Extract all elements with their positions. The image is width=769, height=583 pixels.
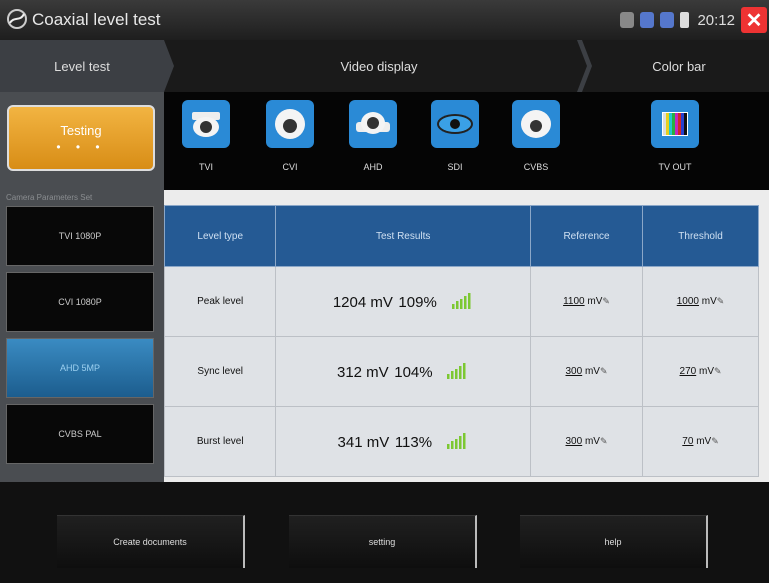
- status-area: 20:12 ✕: [620, 4, 769, 36]
- camera-label: SDI: [447, 162, 463, 172]
- reference-unit: mV: [584, 366, 600, 377]
- reference-value: 300: [565, 366, 583, 377]
- threshold-cell[interactable]: 270 mV✎: [642, 336, 759, 407]
- result-value: 341 mV: [337, 433, 390, 451]
- threshold-unit: mV: [698, 366, 714, 377]
- camera-label: AHD: [363, 162, 383, 172]
- result-cell: 312 mV 104%: [275, 336, 531, 407]
- coaxial-cable-icon: [7, 9, 27, 29]
- threshold-value: 1000: [676, 296, 699, 307]
- param-cvi-1080p[interactable]: CVI 1080P: [6, 272, 154, 332]
- param-cvbs-pal[interactable]: CVBS PAL: [6, 404, 154, 464]
- camera-sdi[interactable]: SDI: [428, 100, 482, 172]
- sd-card-icon: [620, 12, 635, 28]
- header-reference: Reference: [529, 205, 644, 267]
- result-cell: 341 mV 113%: [275, 406, 531, 477]
- level-type-cell: Sync level: [163, 336, 277, 407]
- help-button[interactable]: help: [520, 515, 708, 568]
- tab-bar: Level test Video display Color bar: [0, 40, 769, 92]
- result-cell: 1204 mV 109%: [275, 266, 531, 337]
- edit-pencil-icon: ✎: [716, 296, 725, 306]
- camera-cvi[interactable]: CVI: [263, 100, 317, 172]
- ptz-camera-icon: [431, 100, 479, 148]
- tab-level-test[interactable]: Level test: [0, 40, 164, 92]
- edit-pencil-icon: ✎: [713, 366, 722, 376]
- result-value: 1204 mV: [332, 293, 393, 311]
- reference-unit: mV: [587, 296, 603, 307]
- video-source-panel: TVI CVI AHD SDI CVBS TV OUT: [164, 92, 769, 190]
- camera-cvbs[interactable]: CVBS: [509, 100, 563, 172]
- signal-bars-icon: [447, 362, 466, 379]
- table-row: Burst level 341 mV 113% 300 mV✎ 70 mV✎: [163, 406, 759, 477]
- edit-pencil-icon: ✎: [602, 296, 610, 306]
- app-title: Coaxial level test: [32, 10, 161, 29]
- header-level-type: Level type: [163, 205, 277, 267]
- usb-icon: [640, 12, 655, 28]
- title-bar: Coaxial level test 20:12 ✕: [0, 0, 769, 40]
- dome-camera-icon: [512, 100, 560, 148]
- result-percent: 104%: [394, 363, 433, 381]
- threshold-value: 70: [682, 436, 694, 447]
- threshold-cell[interactable]: 1000 mV✎: [642, 266, 759, 337]
- dome-camera-icon: [349, 100, 397, 148]
- edit-pencil-icon: ✎: [599, 366, 608, 376]
- camera-label: CVI: [282, 162, 298, 172]
- camera-tvi[interactable]: TVI: [179, 100, 233, 172]
- camera-params-title: Camera Parameters Set: [6, 193, 93, 202]
- testing-button[interactable]: Testing • • •: [7, 105, 155, 171]
- clock: 20:12: [697, 11, 735, 29]
- setting-button[interactable]: setting: [289, 515, 477, 568]
- reference-cell[interactable]: 300 mV✎: [529, 406, 644, 477]
- threshold-unit: mV: [701, 296, 717, 307]
- result-percent: 109%: [398, 293, 437, 311]
- level-type-cell: Peak level: [163, 266, 277, 337]
- header-test-results: Test Results: [275, 205, 531, 267]
- left-panel: Testing • • • Camera Parameters Set TVI …: [0, 92, 164, 482]
- reference-unit: mV: [584, 436, 600, 447]
- result-percent: 113%: [394, 433, 433, 451]
- close-button[interactable]: ✕: [741, 7, 767, 33]
- dome-camera-icon: [182, 100, 230, 148]
- tv-out-button[interactable]: TV OUT: [648, 100, 702, 172]
- bottom-bar: Create documents setting help: [0, 482, 769, 583]
- color-bar-icon: [651, 100, 699, 148]
- results-table: Level type Test Results Reference Thresh…: [163, 205, 759, 477]
- result-value: 312 mV: [336, 363, 389, 381]
- testing-dots: • • •: [56, 140, 106, 154]
- reference-value: 1100: [563, 296, 585, 307]
- threshold-unit: mV: [696, 436, 712, 447]
- camera-label: CVBS: [523, 162, 549, 172]
- edit-pencil-icon: ✎: [711, 436, 719, 446]
- testing-label: Testing: [60, 123, 102, 138]
- param-ahd-5mp[interactable]: AHD 5MP: [6, 338, 154, 398]
- battery-icon: [680, 12, 690, 28]
- table-header-row: Level type Test Results Reference Thresh…: [163, 205, 759, 267]
- signal-bars-icon: [451, 292, 471, 309]
- tab-color-bar[interactable]: Color bar: [594, 40, 764, 92]
- threshold-value: 270: [679, 366, 697, 377]
- signal-bars-icon: [446, 432, 466, 449]
- camera-label: TVI: [198, 162, 213, 172]
- header-threshold: Threshold: [642, 205, 759, 267]
- reference-value: 300: [565, 436, 583, 447]
- create-documents-button[interactable]: Create documents: [57, 515, 245, 568]
- tv-out-label: TV OUT: [658, 162, 692, 172]
- edit-pencil-icon: ✎: [599, 436, 608, 446]
- tab-video-display[interactable]: Video display: [174, 40, 584, 92]
- table-row: Sync level 312 mV 104% 300 mV✎ 270 mV✎: [163, 336, 759, 407]
- reference-cell[interactable]: 300 mV✎: [529, 336, 644, 407]
- param-tvi-1080p[interactable]: TVI 1080P: [6, 206, 154, 266]
- level-type-cell: Burst level: [163, 406, 277, 477]
- camera-ahd[interactable]: AHD: [346, 100, 400, 172]
- table-row: Peak level 1204 mV 109% 1100 mV✎ 1000 mV…: [163, 266, 759, 337]
- results-panel: Level type Test Results Reference Thresh…: [163, 190, 769, 482]
- reference-cell[interactable]: 1100 mV✎: [529, 266, 644, 337]
- dome-camera-icon: [266, 100, 314, 148]
- threshold-cell[interactable]: 70 mV✎: [642, 406, 759, 477]
- network-icon: [660, 12, 675, 28]
